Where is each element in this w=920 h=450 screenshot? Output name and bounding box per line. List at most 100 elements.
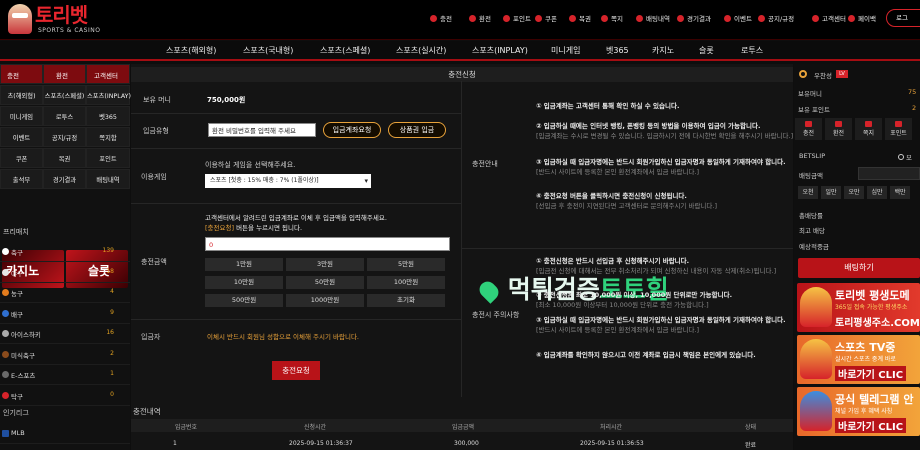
- sport-item[interactable]: E-스포츠 1: [0, 365, 130, 385]
- nav-slot[interactable]: 슬롯: [699, 45, 714, 56]
- notice-subtext: [선입금 후 충전이 지연된다면 고객센터로 문의해주시기 바랍니다.]: [536, 202, 717, 210]
- amount-button[interactable]: 3만원: [286, 258, 364, 271]
- tv-ad-banner[interactable]: 스포츠 TV중 실시간 스포츠 중계 바로 바로가기 CLIC: [797, 335, 920, 384]
- support-icon: [812, 14, 819, 22]
- amount-button[interactable]: 초기화: [367, 294, 445, 307]
- sidebar-grid-item[interactable]: 벳365: [86, 106, 130, 126]
- sidebar-grid-item[interactable]: 배팅내역: [86, 169, 130, 189]
- event-icon: [724, 14, 731, 22]
- mascot-icon: [800, 287, 832, 327]
- topnav-notice[interactable]: 공지/규정: [758, 13, 794, 23]
- sport-item[interactable]: 축구 139: [0, 242, 130, 262]
- nav-bet365[interactable]: 벳365: [606, 45, 629, 56]
- chip-100k[interactable]: 십만: [867, 186, 887, 199]
- nav-sports-domestic[interactable]: 스포츠(국내형): [243, 45, 293, 56]
- right-message-button[interactable]: 쪽지: [855, 118, 882, 140]
- topnav-results[interactable]: 경기결과: [677, 13, 711, 23]
- chip-5k[interactable]: 오천: [798, 186, 818, 199]
- amount-button[interactable]: 100만원: [367, 276, 445, 289]
- site-logo[interactable]: 토리벳 SPORTS & CASINO: [8, 3, 104, 37]
- sidebar-grid-item[interactable]: 복권: [43, 148, 86, 168]
- voucher-deposit-button[interactable]: 상품권 입금: [388, 122, 446, 138]
- nav-minigame[interactable]: 미니게임: [551, 45, 580, 56]
- topnav-label: 환전: [479, 15, 491, 23]
- amount-button[interactable]: 1000만원: [286, 294, 364, 307]
- toggle-icon: [898, 154, 904, 160]
- submit-deposit-button[interactable]: 충전요청: [272, 361, 320, 380]
- history-cell: 300,000: [454, 440, 479, 447]
- sidebar-grid-item[interactable]: 경기결과: [43, 169, 86, 189]
- topnav-exchange[interactable]: 환전: [469, 13, 491, 23]
- nav-sports-intl[interactable]: 스포츠(해외형): [166, 45, 216, 56]
- sport-count: 9: [110, 308, 114, 316]
- bet-history-icon: [636, 14, 643, 22]
- sidebar-support-button[interactable]: 고객센터: [86, 64, 130, 84]
- sidebar-grid-label: 쪽지함: [99, 135, 117, 142]
- sport-name: E-스포츠: [11, 372, 36, 380]
- nav-sports-live[interactable]: 스포츠(실시간): [396, 45, 446, 56]
- request-account-button[interactable]: 입금계좌요청: [323, 122, 381, 138]
- sport-item[interactable]: 배구 9: [0, 304, 130, 324]
- nav-sports-special[interactable]: 스포츠(스페셜): [320, 45, 370, 56]
- right-exchange-button[interactable]: 환전: [825, 118, 852, 140]
- deposit-icon: [430, 14, 437, 22]
- sidebar-grid-item[interactable]: 포인트: [86, 148, 130, 168]
- topnav-deposit[interactable]: 충전: [430, 13, 452, 23]
- sidebar-grid-item[interactable]: 츠(해외형): [0, 85, 43, 105]
- sport-item[interactable]: 미식축구 2: [0, 345, 130, 365]
- topnav-event[interactable]: 이벤트: [724, 13, 752, 23]
- right-deposit-button[interactable]: 충전: [795, 118, 822, 140]
- sidebar-grid-item[interactable]: 이벤트: [0, 127, 43, 147]
- amount-button[interactable]: 1만원: [205, 258, 283, 271]
- domain-ad-banner[interactable]: 토리벳 평생도메 365일 접속 가능한 평생주소 토리평생주소.COM: [797, 283, 920, 332]
- logo-subtext: SPORTS & CASINO: [38, 27, 101, 34]
- topnav-payback[interactable]: 페이백: [848, 13, 876, 23]
- sidebar-grid-item[interactable]: 출석부: [0, 169, 43, 189]
- right-point-button[interactable]: 포인트: [885, 118, 912, 140]
- amount-button[interactable]: 5만원: [367, 258, 445, 271]
- nav-casino[interactable]: 카지노: [652, 45, 674, 56]
- topnav-bet-history[interactable]: 배팅내역: [636, 13, 670, 23]
- league-item-mlb[interactable]: MLB: [0, 424, 130, 444]
- password-input[interactable]: 환전 비밀번호를 입력해 주세요: [208, 123, 316, 137]
- topnav-point[interactable]: 포인트: [503, 13, 531, 23]
- money-value: 75: [908, 88, 917, 96]
- money-label: 보유머니: [798, 90, 822, 98]
- amount-button[interactable]: 50만원: [286, 276, 364, 289]
- topnav-support[interactable]: 고객센터: [812, 13, 846, 23]
- sidebar-grid-item[interactable]: 공지/규정: [43, 127, 86, 147]
- sidebar-grid-item[interactable]: 스포츠(스페셜): [43, 85, 86, 105]
- amount-button[interactable]: 10만원: [205, 276, 283, 289]
- topnav-lottery[interactable]: 복권: [569, 13, 591, 23]
- topnav-coupon[interactable]: 쿠폰: [535, 13, 557, 23]
- place-bet-button[interactable]: 배팅하기: [798, 258, 920, 278]
- sidebar-exchange-button[interactable]: 환전: [43, 64, 86, 84]
- topnav-label: 포인트: [513, 15, 531, 23]
- sidebar-grid-item[interactable]: 미니게임: [0, 106, 43, 126]
- sidebar-deposit-button[interactable]: 충전: [0, 64, 43, 84]
- sidebar-grid-item[interactable]: 로투스: [43, 106, 86, 126]
- sidebar-grid-item[interactable]: 스포츠(INPLAY): [86, 85, 131, 105]
- betslip-toggle[interactable]: 모: [898, 152, 912, 162]
- telegram-ad-banner[interactable]: 공식 텔레그램 안 채널 가입 후 혜택 사칭 바로가기 CLIC: [797, 387, 920, 436]
- amount-input[interactable]: 0: [205, 237, 450, 251]
- sport-item[interactable]: 아이스하키 16: [0, 324, 130, 344]
- notice-subtext: [반드시 사이트에 등록한 본인 환전계좌에서 입금 바랍니다.]: [536, 168, 700, 176]
- chip-10k[interactable]: 일만: [821, 186, 841, 199]
- nav-sports-inplay[interactable]: 스포츠(INPLAY): [472, 45, 528, 56]
- game-select[interactable]: 스포츠 [첫충 : 15% 매충 : 7% (1폴이상)]: [205, 174, 371, 188]
- topnav-label: 쿠폰: [545, 15, 557, 23]
- sidebar-grid-label: 경기결과: [52, 177, 77, 184]
- chip-1m[interactable]: 백만: [890, 186, 910, 199]
- stake-input[interactable]: [858, 167, 920, 180]
- chip-50k[interactable]: 오만: [844, 186, 864, 199]
- sport-item[interactable]: 탁구 0: [0, 386, 130, 406]
- amount-button[interactable]: 500만원: [205, 294, 283, 307]
- sport-item[interactable]: 야구 18: [0, 263, 130, 283]
- topnav-message[interactable]: 쪽지: [601, 13, 623, 23]
- sidebar-grid-item[interactable]: 쿠폰: [0, 148, 43, 168]
- login-button[interactable]: 로그: [886, 9, 920, 27]
- sport-item[interactable]: 농구 4: [0, 283, 130, 303]
- nav-lotus[interactable]: 로투스: [741, 45, 763, 56]
- sidebar-grid-item[interactable]: 쪽지함: [86, 127, 130, 147]
